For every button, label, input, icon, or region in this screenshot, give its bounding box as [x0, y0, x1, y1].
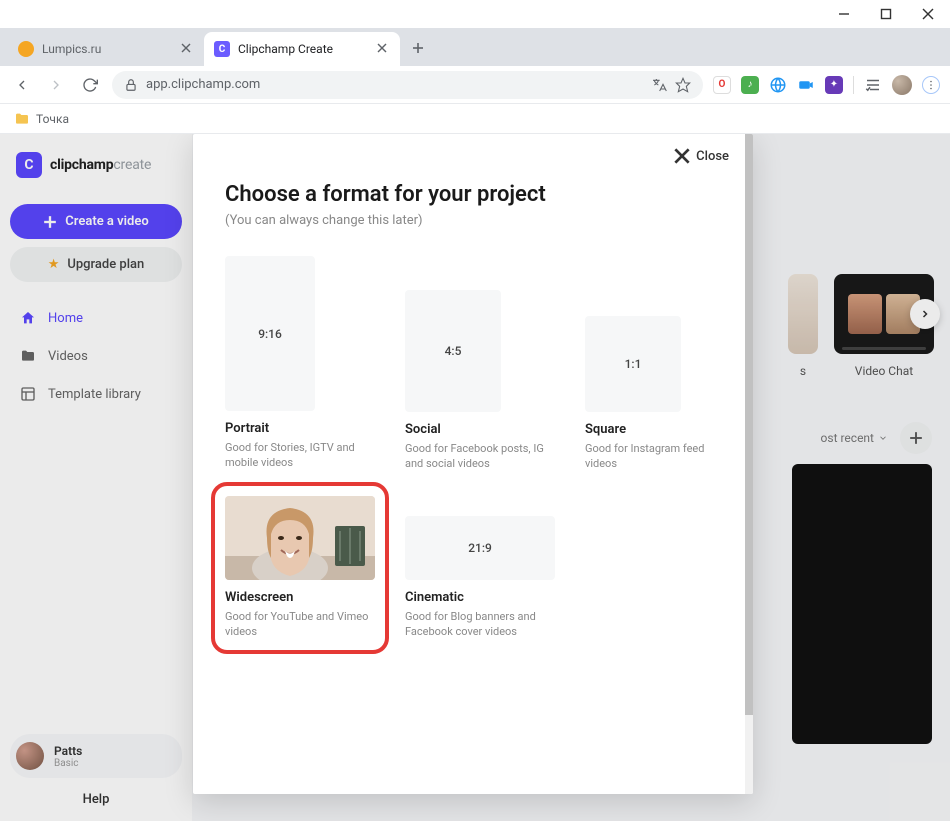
format-desc: Good for Blog banners and Facebook cover… — [405, 609, 555, 640]
format-square[interactable]: 1:1 Square Good for Instagram feed video… — [585, 256, 721, 472]
url-text: app.clipchamp.com — [146, 77, 260, 92]
reading-list-icon[interactable] — [864, 76, 882, 94]
extension-icon[interactable] — [769, 76, 787, 94]
format-social[interactable]: 4:5 Social Good for Facebook posts, IG a… — [405, 256, 555, 472]
bookmarks-bar: Точка — [0, 104, 950, 134]
maximize-button[interactable] — [872, 0, 900, 28]
format-desc: Good for Stories, IGTV and mobile videos — [225, 440, 375, 471]
extension-icon[interactable] — [797, 76, 815, 94]
window-close-button[interactable] — [914, 0, 942, 28]
format-name: Square — [585, 422, 721, 437]
format-cinematic[interactable]: 21:9 Cinematic Good for Blog banners and… — [405, 496, 555, 640]
browser-tab-clipchamp[interactable]: C Clipchamp Create — [204, 32, 400, 66]
format-preview: 21:9 — [405, 516, 555, 580]
scrollbar[interactable] — [745, 134, 753, 794]
back-button[interactable] — [10, 73, 34, 97]
format-preview: 9:16 — [225, 256, 315, 411]
close-label: Close — [696, 149, 729, 164]
minimize-button[interactable] — [830, 0, 858, 28]
format-name: Widescreen — [225, 590, 375, 605]
extension-icon[interactable]: ♪ — [741, 76, 759, 94]
forward-button[interactable] — [44, 73, 68, 97]
extension-icon[interactable]: ✦ — [825, 76, 843, 94]
format-modal: Close Choose a format for your project (… — [193, 134, 753, 794]
profile-avatar[interactable] — [892, 75, 912, 95]
modal-subtitle: (You can always change this later) — [225, 213, 721, 228]
extensions-row: O ♪ ✦ — [713, 75, 940, 95]
format-desc: Good for YouTube and Vimeo videos — [225, 609, 375, 640]
address-bar[interactable]: app.clipchamp.com — [112, 71, 703, 99]
format-portrait[interactable]: 9:16 Portrait Good for Stories, IGTV and… — [225, 256, 375, 472]
lock-icon — [124, 78, 138, 92]
modal-title: Choose a format for your project — [225, 182, 721, 207]
app-content: C clipchampcreate Create a video ★ Upgra… — [0, 134, 950, 821]
format-name: Social — [405, 422, 555, 437]
format-desc: Good for Instagram feed videos — [585, 441, 721, 472]
new-tab-button[interactable] — [404, 34, 432, 62]
star-icon[interactable] — [675, 77, 691, 93]
folder-icon — [14, 111, 30, 127]
format-name: Cinematic — [405, 590, 555, 605]
format-preview — [225, 496, 375, 580]
extension-icon[interactable]: O — [713, 76, 731, 94]
format-widescreen[interactable]: Widescreen Good for YouTube and Vimeo vi… — [221, 492, 379, 644]
format-grid: 9:16 Portrait Good for Stories, IGTV and… — [225, 256, 721, 640]
tab-close-icon[interactable] — [376, 42, 390, 56]
format-desc: Good for Facebook posts, IG and social v… — [405, 441, 555, 472]
window-titlebar — [0, 0, 950, 28]
bookmark-item[interactable]: Точка — [36, 112, 69, 126]
translate-icon[interactable] — [651, 77, 667, 93]
tab-title: Clipchamp Create — [238, 42, 368, 56]
kebab-menu-icon[interactable] — [922, 76, 940, 94]
browser-toolbar: app.clipchamp.com O ♪ ✦ — [0, 66, 950, 104]
modal-close-button[interactable]: Close — [674, 148, 729, 164]
format-name: Portrait — [225, 421, 375, 436]
tab-title: Lumpics.ru — [42, 42, 172, 56]
reload-button[interactable] — [78, 73, 102, 97]
close-icon — [674, 148, 690, 164]
browser-tab-lumpics[interactable]: Lumpics.ru — [8, 32, 204, 66]
favicon-icon: C — [214, 41, 230, 57]
person-image — [225, 496, 375, 580]
format-preview: 1:1 — [585, 316, 681, 412]
browser-tab-strip: Lumpics.ru C Clipchamp Create — [0, 28, 950, 66]
tab-close-icon[interactable] — [180, 42, 194, 56]
favicon-icon — [18, 41, 34, 57]
format-preview: 4:5 — [405, 290, 501, 412]
